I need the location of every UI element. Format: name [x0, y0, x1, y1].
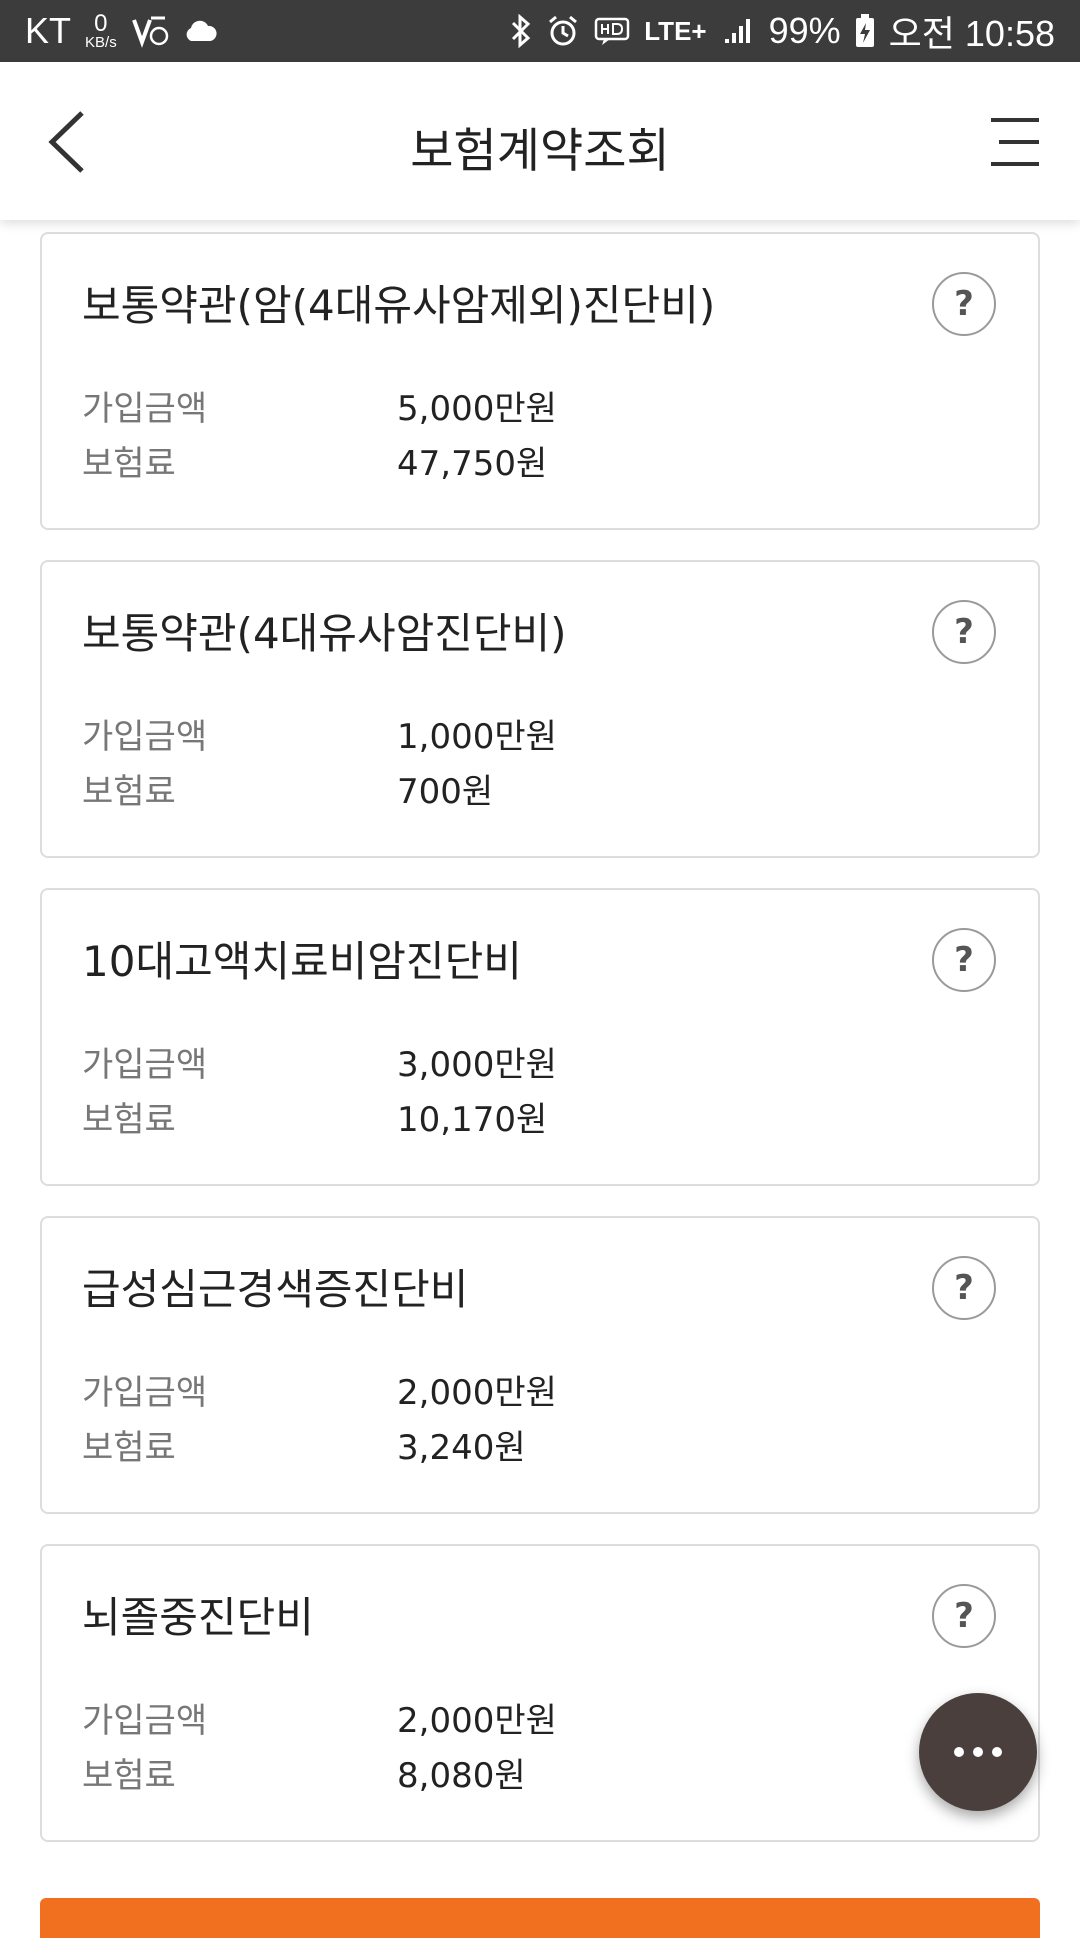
amount-label: 가입금액: [82, 717, 208, 757]
coverage-title: 보통약관(4대유사암진단비): [82, 609, 567, 658]
premium-value: 10,170원: [397, 1100, 548, 1140]
battery-percent: 99%: [768, 10, 841, 51]
hd-voice-icon: [594, 16, 630, 46]
coverage-title: 보통약관(암(4대유사암제외)진단비): [82, 281, 716, 330]
premium-value: 3,240원: [397, 1428, 526, 1468]
coverage-card: 보통약관(암(4대유사암제외)진단비) ? 가입금액 5,000만원 보험료 4…: [40, 232, 1040, 530]
premium-value: 47,750원: [397, 444, 548, 484]
help-button[interactable]: ?: [932, 1256, 996, 1320]
premium-label: 보험료: [82, 1428, 176, 1468]
question-icon: ?: [954, 612, 974, 652]
premium-label: 보험료: [82, 772, 176, 812]
network-type-label: LTE+: [644, 15, 707, 46]
more-dots-icon: [973, 1747, 983, 1757]
amount-label: 가입금액: [82, 1045, 208, 1085]
question-icon: ?: [954, 1596, 974, 1636]
more-dots-icon: [992, 1747, 1002, 1757]
app-header: 보험계약조회: [0, 62, 1080, 220]
carrier-label: KT: [25, 10, 72, 51]
premium-label: 보험료: [82, 1100, 176, 1140]
premium-value: 8,080원: [397, 1756, 526, 1796]
page-title: 보험계약조회: [410, 124, 670, 179]
amount-value: 2,000만원: [397, 1373, 557, 1413]
data-speed-indicator: 0 KB/s: [85, 9, 117, 51]
bottom-action-button[interactable]: [40, 1898, 1040, 1938]
more-dots-icon: [954, 1747, 964, 1757]
amount-label: 가입금액: [82, 1373, 208, 1413]
cloud-icon: [183, 19, 217, 43]
menu-button[interactable]: [985, 112, 1045, 172]
coverage-card: 보통약관(4대유사암진단비) ? 가입금액 1,000만원 보험료 700원: [40, 560, 1040, 858]
more-options-button[interactable]: [919, 1693, 1037, 1811]
help-button[interactable]: ?: [932, 600, 996, 664]
question-icon: ?: [954, 1268, 974, 1308]
help-button[interactable]: ?: [932, 928, 996, 992]
premium-label: 보험료: [82, 1756, 176, 1796]
coverage-title: 뇌졸중진단비: [82, 1593, 314, 1642]
status-bar: KT 0 KB/s LTE+ 99% 오전 10:58: [0, 0, 1080, 62]
clock: 오전 10:58: [888, 13, 1055, 54]
coverage-card: 10대고액치료비암진단비 ? 가입금액 3,000만원 보험료 10,170원: [40, 888, 1040, 1186]
amount-value: 5,000만원: [397, 389, 557, 429]
question-icon: ?: [954, 940, 974, 980]
alarm-icon: [546, 14, 580, 48]
coverage-title: 급성심근경색증진단비: [82, 1265, 469, 1314]
question-icon: ?: [954, 284, 974, 324]
amount-value: 3,000만원: [397, 1045, 557, 1085]
coverage-card: 급성심근경색증진단비 ? 가입금액 2,000만원 보험료 3,240원: [40, 1216, 1040, 1514]
amount-label: 가입금액: [82, 1701, 208, 1741]
premium-label: 보험료: [82, 444, 176, 484]
battery-charging-icon: [855, 14, 875, 48]
hamburger-menu-icon: [991, 118, 1039, 166]
premium-value: 700원: [397, 772, 494, 812]
amount-value: 2,000만원: [397, 1701, 557, 1741]
coverage-title: 10대고액치료비암진단비: [82, 937, 522, 986]
help-button[interactable]: ?: [932, 1584, 996, 1648]
coverage-card: 뇌졸중진단비 ? 가입금액 2,000만원 보험료 8,080원: [40, 1544, 1040, 1842]
amount-label: 가입금액: [82, 389, 208, 429]
signal-icon: [721, 15, 755, 47]
bluetooth-icon: [510, 14, 532, 48]
volte-icon: [131, 14, 169, 48]
amount-value: 1,000만원: [397, 717, 557, 757]
help-button[interactable]: ?: [932, 272, 996, 336]
